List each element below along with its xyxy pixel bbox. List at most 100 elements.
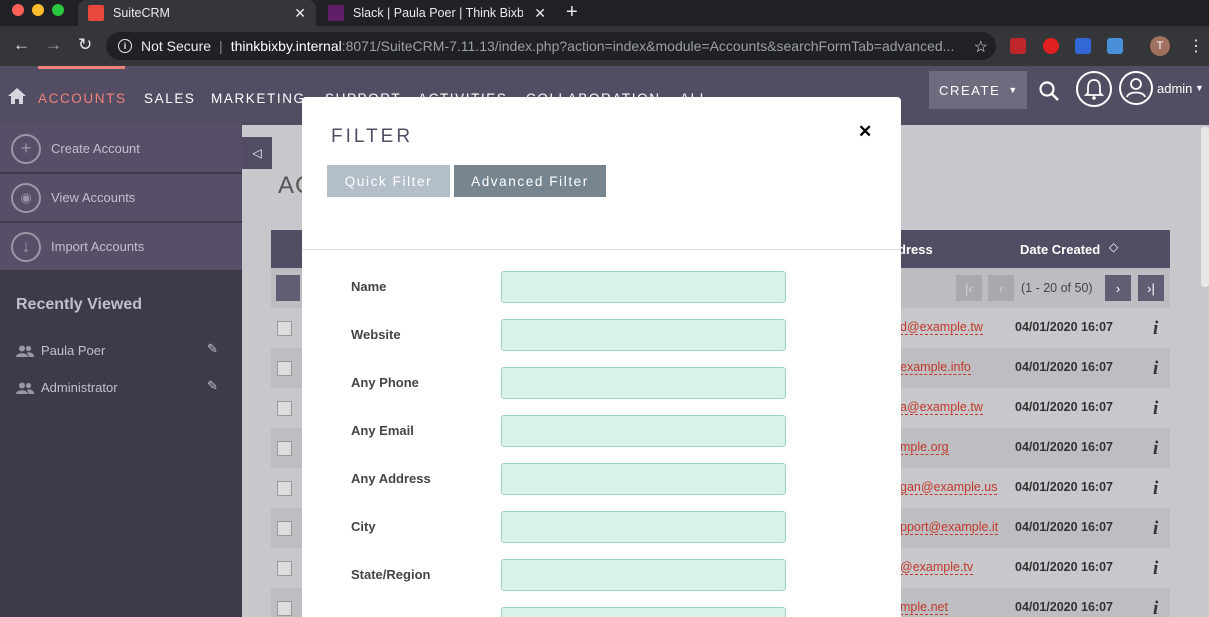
select-all-checkbox[interactable] (276, 275, 300, 301)
sidebar-action-label: Create Account (51, 141, 140, 156)
row-email-link[interactable]: mple.org (900, 440, 949, 455)
sidebar-create-account[interactable]: + Create Account (0, 125, 242, 173)
forward-arrow-icon[interactable]: → (45, 35, 62, 55)
row-checkbox[interactable] (277, 441, 292, 456)
row-date-created: 04/01/2020 16:07 (1015, 560, 1114, 574)
recent-item-paula-poer[interactable]: Paula Poer (16, 343, 105, 358)
info-icon[interactable]: i (1153, 518, 1158, 540)
close-tab-icon[interactable]: ✕ (534, 5, 546, 22)
close-tab-icon[interactable]: ✕ (294, 5, 306, 22)
row-date-created: 04/01/2020 16:07 (1015, 360, 1114, 374)
suitecrm-favicon-icon (88, 5, 104, 21)
create-label: CREATE (939, 82, 1001, 98)
info-icon[interactable]: i (1153, 558, 1158, 580)
edit-pencil-icon[interactable]: ✎ (207, 378, 218, 394)
any-phone-input[interactable] (501, 367, 786, 399)
search-icon[interactable] (1038, 80, 1060, 102)
sidebar-action-label: Import Accounts (51, 239, 145, 254)
recently-viewed-title: Recently Viewed (16, 296, 142, 313)
info-icon[interactable]: i (1153, 318, 1158, 340)
row-checkbox[interactable] (277, 361, 292, 376)
home-icon[interactable] (7, 86, 27, 106)
scrollbar[interactable] (1201, 127, 1209, 287)
users-icon (16, 345, 34, 357)
user-avatar-icon[interactable] (1119, 71, 1153, 105)
browser-tab-slack[interactable]: Slack | Paula Poer | Think Bixby ✕ (318, 0, 556, 26)
browser-menu-icon[interactable]: ⋮ (1188, 36, 1204, 56)
row-checkbox[interactable] (277, 401, 292, 416)
row-email-link[interactable]: mple.net (900, 600, 948, 615)
recent-item-administrator[interactable]: Administrator (16, 380, 118, 395)
row-checkbox[interactable] (277, 521, 292, 536)
create-button[interactable]: CREATE ▼ (929, 71, 1027, 109)
row-email-link[interactable]: d@example.tw (900, 320, 983, 335)
chevron-down-icon: ▼ (1008, 85, 1019, 95)
pagination-count: (1 - 20 of 50) (1021, 281, 1093, 295)
any-email-input[interactable] (501, 415, 786, 447)
info-icon[interactable]: i (1153, 598, 1158, 617)
last-page-button[interactable]: ›| (1138, 275, 1164, 301)
profile-avatar[interactable]: T (1150, 36, 1170, 56)
row-email-link[interactable]: gan@example.us (900, 480, 998, 495)
sort-icon[interactable]: ◇ (1109, 240, 1118, 254)
extension-arrow-icon[interactable] (1107, 38, 1123, 54)
info-icon[interactable]: i (118, 39, 132, 53)
info-icon[interactable]: i (1153, 358, 1158, 380)
partial-next-input[interactable] (501, 607, 786, 617)
first-page-button[interactable]: |‹ (956, 275, 982, 301)
extension-lastpass-icon[interactable] (1010, 38, 1026, 54)
row-email-link[interactable]: pport@example.it (900, 520, 999, 535)
edit-pencil-icon[interactable]: ✎ (207, 341, 218, 357)
collapse-sidebar-button[interactable]: ◁ (242, 137, 272, 169)
back-arrow-icon[interactable]: ← (13, 35, 30, 55)
notifications-bell-icon[interactable] (1076, 71, 1112, 107)
reload-icon[interactable]: ↻ (78, 35, 92, 55)
minimize-window-button[interactable] (32, 4, 44, 16)
state-region-input[interactable] (501, 559, 786, 591)
tab-title: Slack | Paula Poer | Think Bixby (353, 6, 523, 20)
field-label-any-phone: Any Phone (351, 375, 419, 390)
zoom-window-button[interactable] (52, 4, 64, 16)
city-input[interactable] (501, 511, 786, 543)
url-host: thinkbixby.internal (230, 38, 342, 54)
row-checkbox[interactable] (277, 481, 292, 496)
address-bar[interactable]: i Not Secure | thinkbixby.internal :8071… (106, 32, 996, 60)
row-checkbox[interactable] (277, 321, 292, 336)
browser-tab-suitecrm[interactable]: SuiteCRM ✕ (78, 0, 316, 26)
sidebar-view-accounts[interactable]: ◉ View Accounts (0, 174, 242, 222)
info-icon[interactable]: i (1153, 438, 1158, 460)
row-checkbox[interactable] (277, 561, 292, 576)
info-icon[interactable]: i (1153, 478, 1158, 500)
tab-title: SuiteCRM (113, 6, 170, 20)
plus-circle-icon: + (11, 133, 41, 164)
row-email-link[interactable]: example.info (900, 360, 971, 375)
row-email-link[interactable]: a@example.tw (900, 400, 983, 415)
any-address-input[interactable] (501, 463, 786, 495)
field-label-state-region: State/Region (351, 567, 431, 582)
info-icon[interactable]: i (1153, 398, 1158, 420)
row-email-link[interactable]: @example.tv (900, 560, 974, 575)
previous-page-button[interactable]: ‹ (988, 275, 1014, 301)
close-window-button[interactable] (12, 4, 24, 16)
row-date-created: 04/01/2020 16:07 (1015, 600, 1114, 614)
nav-accounts[interactable]: ACCOUNTS (38, 91, 127, 106)
user-menu-label[interactable]: admin (1157, 81, 1192, 96)
sidebar-import-accounts[interactable]: ↓ Import Accounts (0, 223, 242, 271)
new-tab-icon[interactable]: + (566, 1, 578, 24)
users-icon (16, 382, 34, 394)
column-header-address[interactable]: dress (898, 242, 933, 257)
close-icon[interactable]: ✕ (858, 122, 872, 142)
extension-on-icon[interactable] (1075, 38, 1091, 54)
extension-stop-icon[interactable] (1043, 38, 1059, 54)
nav-sales[interactable]: SALES (144, 91, 196, 106)
chevron-down-icon[interactable]: ▼ (1195, 83, 1204, 93)
website-input[interactable] (501, 319, 786, 351)
column-header-date-created[interactable]: Date Created (1020, 242, 1100, 257)
tab-advanced-filter[interactable]: Advanced Filter (454, 165, 606, 197)
tab-quick-filter[interactable]: Quick Filter (327, 165, 450, 197)
nav-marketing[interactable]: MARKETING (211, 91, 306, 106)
name-input[interactable] (501, 271, 786, 303)
row-checkbox[interactable] (277, 601, 292, 616)
bookmark-star-icon[interactable]: ☆ (974, 37, 988, 57)
next-page-button[interactable]: › (1105, 275, 1131, 301)
